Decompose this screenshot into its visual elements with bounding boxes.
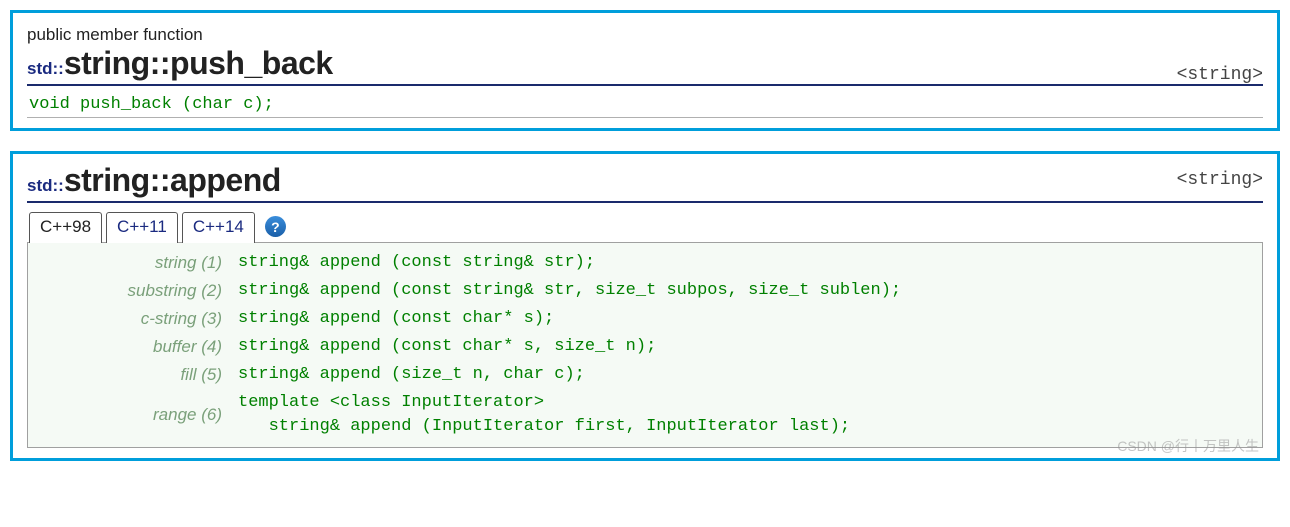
overload-signature: string& append (const string& str, size_… (238, 279, 901, 303)
overload-label: string (1) (38, 251, 238, 275)
overload-row: buffer (4) string& append (const char* s… (28, 333, 1262, 361)
function-title: string::push_back (64, 45, 333, 82)
title-row: std::string::append (27, 162, 1263, 203)
panel-push-back: public member function <string> std::str… (10, 10, 1280, 131)
version-tabs: C++98 C++11 C++14 ? (27, 211, 1263, 243)
overload-label: substring (2) (38, 279, 238, 303)
overload-list: string (1) string& append (const string&… (27, 243, 1263, 448)
panel-append: <string> std::string::append C++98 C++11… (10, 151, 1280, 461)
overload-row: fill (5) string& append (size_t n, char … (28, 361, 1262, 389)
overload-signature: template <class InputIterator> string& a… (238, 391, 850, 439)
watermark: CSDN @行丨万里人生 (1117, 436, 1259, 456)
namespace-prefix: std:: (27, 176, 64, 196)
help-icon[interactable]: ? (265, 216, 286, 237)
header-include: <string> (1177, 170, 1263, 190)
tab-cpp98[interactable]: C++98 (29, 212, 102, 243)
namespace-prefix: std:: (27, 59, 64, 79)
overload-label: range (6) (38, 391, 238, 427)
overload-label: c-string (3) (38, 307, 238, 331)
overload-signature: string& append (const char* s, size_t n)… (238, 335, 656, 359)
overload-label: fill (5) (38, 363, 238, 387)
title-row: std::string::push_back (27, 45, 1263, 86)
function-title: string::append (64, 162, 281, 199)
overload-signature: string& append (const string& str); (238, 251, 595, 275)
overload-row: range (6) template <class InputIterator>… (28, 389, 1262, 441)
tab-cpp11[interactable]: C++11 (106, 212, 178, 243)
overload-row: string (1) string& append (const string&… (28, 249, 1262, 277)
overload-signature: string& append (const char* s); (238, 307, 554, 331)
tab-cpp14[interactable]: C++14 (182, 212, 255, 243)
overload-label: buffer (4) (38, 335, 238, 359)
header-include: <string> (1177, 65, 1263, 85)
overload-row: substring (2) string& append (const stri… (28, 277, 1262, 305)
subtitle: public member function (27, 25, 1263, 45)
overload-row: c-string (3) string& append (const char*… (28, 305, 1262, 333)
overload-signature: string& append (size_t n, char c); (238, 363, 585, 387)
function-signature: void push_back (char c); (27, 92, 1263, 118)
